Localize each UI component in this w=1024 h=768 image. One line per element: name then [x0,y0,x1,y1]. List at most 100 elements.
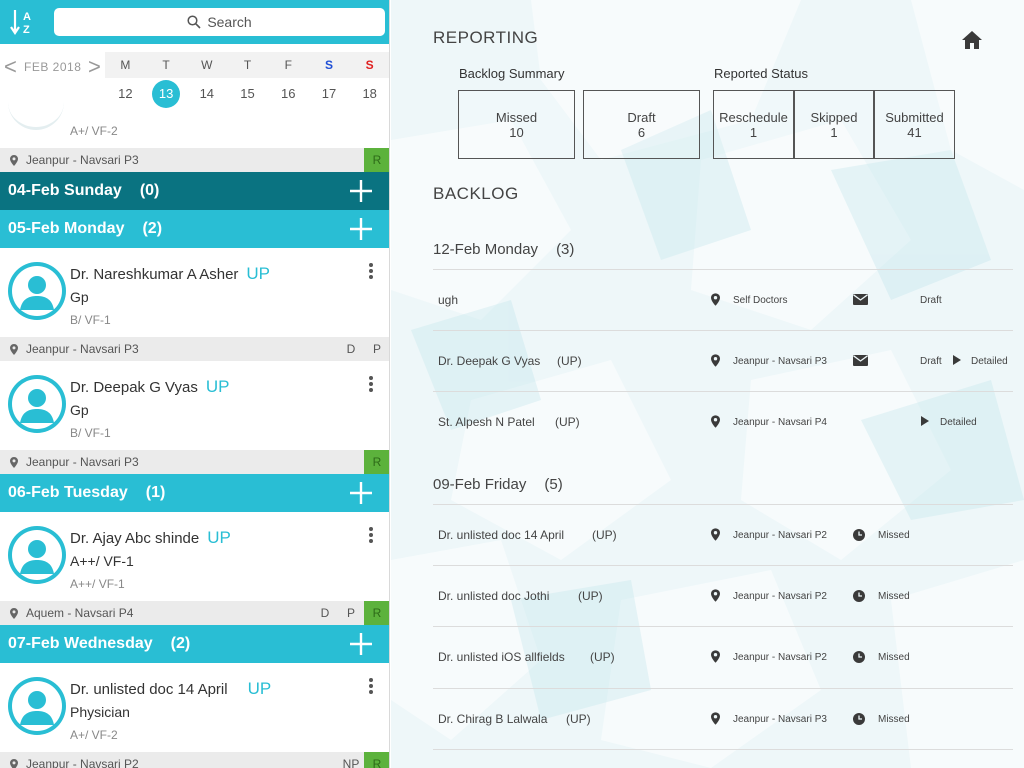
day-label: 06-Feb Tuesday [8,484,128,501]
date-cell[interactable]: 18 [349,80,389,108]
day-count: (2) [142,220,163,237]
doctor-speciality: Gp [70,289,89,305]
tag-r[interactable]: R [364,601,389,625]
avatar [8,526,66,584]
tag-d[interactable]: D [312,601,338,625]
doctor-speciality: A++/ VF-1 [70,553,134,569]
more-vertical-icon[interactable] [368,375,374,393]
doctor-name: Dr. Deepak G Vyas [70,379,198,396]
box-label: Skipped [810,109,858,125]
location-pin-icon [711,415,720,428]
date-number: 16 [281,86,296,101]
date-number: 13 [158,86,174,101]
location-text: Jeanpur - Navsari P3 [26,455,139,469]
box-value: 10 [509,124,524,140]
tag-p[interactable]: P [338,601,364,625]
status-text: Missed [878,530,910,541]
location-pin-icon [10,758,18,768]
tag-r[interactable]: R [364,148,389,172]
backlog-row[interactable]: Dr. unlisted doc 14 April (UP) Jeanpur -… [433,504,1013,565]
up-tag: (UP) [557,354,582,368]
tag-d[interactable]: D [338,337,364,361]
add-icon[interactable] [348,629,374,659]
calendar-days: M T W T F S S 12 13 14 15 16 17 18 [105,50,389,110]
backlog-row[interactable]: Dr. unlisted doc Jothi (UP) Jeanpur - Na… [433,565,1013,626]
svg-text:A: A [23,11,31,23]
date-cell[interactable]: 17 [309,80,350,108]
list-item[interactable]: A+/ VF-2 [0,110,389,148]
doctor-name: Dr. Ajay Abc shinde [70,530,200,547]
status-text: Draft [920,356,942,367]
group-label: 12-Feb Monday [433,241,539,258]
sort-az-icon[interactable]: A Z [10,8,36,36]
doctor-card[interactable]: Dr. Deepak G Vyas UP Gp B/ VF-1 [0,361,389,450]
tag-r[interactable]: R [364,450,389,474]
location-text: Jeanpur - Navsari P2 [733,591,827,602]
day-header: 05-Feb Monday (2) [0,210,389,248]
day-label: 04-Feb Sunday [8,182,122,199]
day-count: (2) [170,635,191,652]
more-vertical-icon[interactable] [368,526,374,544]
backlog-title: BACKLOG [433,184,519,203]
more-vertical-icon[interactable] [368,677,374,695]
tag-np[interactable]: NP [338,752,364,768]
date-number: 18 [362,86,377,101]
doctor-class: B/ VF-1 [70,426,111,440]
backlog-row[interactable]: ugh Self Doctors Draft [433,269,1013,330]
location-text: Jeanpur - Navsari P2 [26,757,139,768]
day-header: 06-Feb Tuesday (1) [0,474,389,512]
date-cell[interactable]: 15 [227,80,268,108]
chevron-right-icon[interactable]: > [88,54,101,80]
backlog-row[interactable]: St. Alpesh N Patel (UP) Jeanpur - Navsar… [433,391,1013,452]
mail-icon [853,355,868,366]
backlog-row[interactable]: Dr. unlisted iOS allfields (UP) Jeanpur … [433,626,1013,687]
skipped-status-box[interactable]: Skipped 1 [794,90,874,159]
doctor-name-row: Dr. unlisted doc 14 April UP [70,679,271,699]
date-cell[interactable]: 12 [105,80,146,108]
more-vertical-icon[interactable] [368,262,374,280]
date-cell[interactable]: 16 [268,80,309,108]
reschedule-status-box[interactable]: Reschedule 1 [713,90,794,159]
doctor-speciality: Gp [70,402,89,418]
doctor-class: A+/ VF-2 [70,124,118,138]
doctor-card[interactable]: Dr. Nareshkumar A Asher UP Gp B/ VF-1 [0,248,389,337]
location-pin-icon [10,456,18,468]
up-badge: UP [247,679,272,698]
date-number: 14 [199,86,215,101]
search-input[interactable]: Search [54,8,385,36]
location-text: Self Doctors [733,295,788,306]
missed-summary-box[interactable]: Missed 10 [458,90,575,159]
doctor-name: Dr. Deepak G Vyas [438,354,541,368]
date-cell[interactable]: 14 [186,80,227,108]
box-value: 1 [749,124,758,140]
date-cell[interactable]: 13 [146,80,187,108]
backlog-row[interactable]: Dr. Deepak G Vyas (UP) Jeanpur - Navsari… [433,330,1013,391]
box-label: Draft [627,109,656,125]
location-text: Jeanpur - Navsari P3 [733,714,827,725]
person-icon [12,266,62,316]
date-number: 12 [118,86,133,101]
doctor-card[interactable]: Dr. Ajay Abc shinde UP A++/ VF-1 A++/ VF-… [0,512,389,601]
chevron-left-icon[interactable]: < [4,54,17,80]
weekday-label: T [162,58,170,72]
box-value: 1 [830,124,838,140]
group-count: (3) [556,241,575,258]
add-icon[interactable] [348,214,374,244]
month-label: FEB 2018 [24,60,82,74]
location-pin-icon [10,154,18,166]
day-count: (1) [145,484,166,501]
location-bar: Jeanpur - Navsari P3 R [0,148,389,172]
add-icon[interactable] [348,478,374,508]
date-number: 17 [321,86,337,101]
home-icon[interactable] [961,30,983,50]
backlog-group-header: 09-Feb Friday (5) [433,476,563,493]
box-label: Reschedule [719,109,788,125]
submitted-status-box[interactable]: Submitted 41 [874,90,955,159]
tag-p[interactable]: P [364,337,389,361]
status-text: Detailed [940,417,977,428]
tag-r[interactable]: R [364,752,389,768]
add-icon[interactable] [348,176,374,206]
draft-summary-box[interactable]: Draft 6 [583,90,700,159]
doctor-card[interactable]: Dr. unlisted doc 14 April UP Physician A+… [0,663,389,752]
backlog-row[interactable]: Dr. Chirag B Lalwala (UP) Jeanpur - Navs… [433,688,1013,749]
